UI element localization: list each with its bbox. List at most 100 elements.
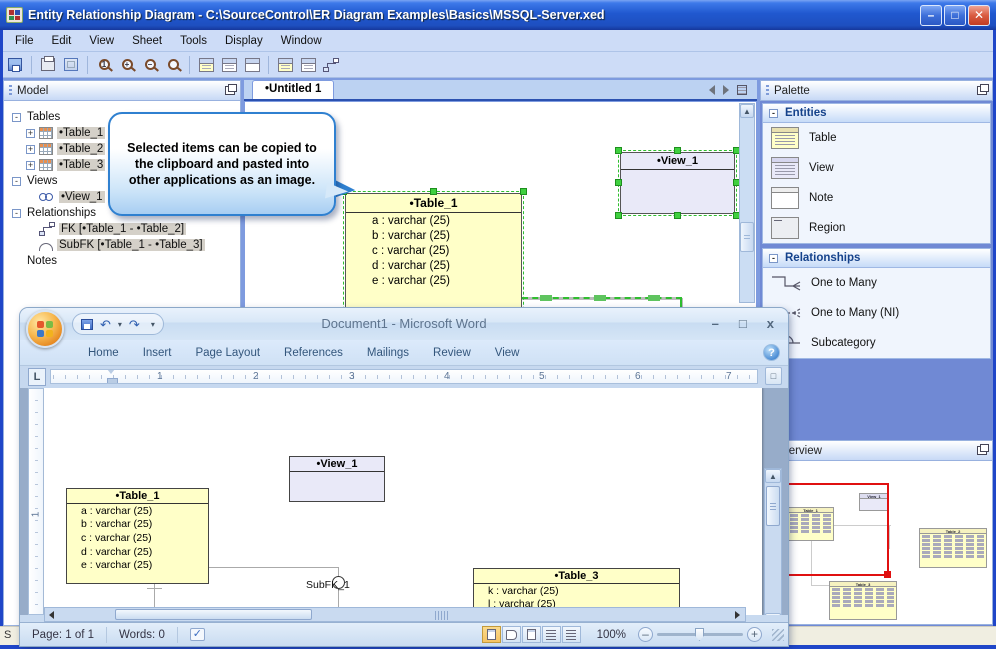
zoom-in-button[interactable]: +: [747, 627, 762, 642]
palette-section-relationships[interactable]: - Relationships: [762, 248, 991, 268]
viewport-handle[interactable]: [884, 571, 891, 578]
menu-view[interactable]: View: [80, 32, 123, 50]
scroll-up-icon[interactable]: ▲: [740, 104, 754, 118]
web-layout-button[interactable]: [521, 626, 541, 643]
zoom-slider-thumb[interactable]: [695, 628, 704, 641]
tab-mailings[interactable]: Mailings: [357, 343, 419, 363]
menu-display[interactable]: Display: [216, 32, 272, 50]
collapse-icon[interactable]: -: [769, 253, 778, 263]
palette-item-table[interactable]: Table: [763, 123, 990, 153]
palette-panel-header[interactable]: Palette: [760, 80, 993, 101]
tab-review[interactable]: Review: [423, 343, 481, 363]
office-button[interactable]: [26, 310, 64, 348]
menu-file[interactable]: File: [6, 32, 43, 50]
selection-handle[interactable]: [673, 212, 681, 219]
next-tab-icon[interactable]: [723, 85, 729, 95]
zoom-tool-button[interactable]: [163, 55, 183, 75]
word-hscrollbar[interactable]: [44, 607, 746, 622]
scroll-thumb[interactable]: [766, 486, 780, 526]
save-icon[interactable]: [81, 318, 93, 330]
palette-item-one-to-many-ni[interactable]: One to Many (NI): [763, 298, 990, 328]
collapse-icon[interactable]: -: [12, 176, 21, 186]
relationship-connector[interactable]: [522, 295, 682, 301]
undock-icon[interactable]: [977, 444, 989, 455]
entity-view1[interactable]: •View_1: [615, 147, 740, 219]
word-close-button[interactable]: x: [767, 316, 774, 331]
prev-tab-icon[interactable]: [709, 85, 715, 95]
word-minimize-button[interactable]: –: [712, 316, 719, 331]
collapse-icon[interactable]: -: [769, 108, 778, 118]
scroll-up-icon[interactable]: ▲: [765, 469, 781, 483]
new-view-button[interactable]: [219, 55, 239, 75]
show-table-list-button[interactable]: [275, 55, 295, 75]
menu-sheet[interactable]: Sheet: [123, 32, 171, 50]
word-count[interactable]: Words: 0: [107, 626, 178, 643]
selection-handle[interactable]: [520, 188, 527, 195]
undock-icon[interactable]: [225, 84, 237, 95]
er-minimize-button[interactable]: –: [920, 4, 942, 26]
relationship-tool-button[interactable]: [321, 55, 341, 75]
menu-window[interactable]: Window: [272, 32, 331, 50]
print-button[interactable]: [38, 55, 58, 75]
save-button[interactable]: [5, 55, 25, 75]
tab-page-layout[interactable]: Page Layout: [185, 343, 270, 363]
palette-item-region[interactable]: Region: [763, 213, 990, 243]
vertical-ruler[interactable]: 1: [28, 388, 44, 615]
canvas-vscrollbar[interactable]: ▲: [739, 103, 755, 303]
tab-home[interactable]: Home: [78, 343, 129, 363]
tab-insert[interactable]: Insert: [133, 343, 182, 363]
outline-button[interactable]: [541, 626, 561, 643]
tree-item-fk[interactable]: FK [•Table_1 - •Table_2]: [18, 221, 240, 237]
new-table-button[interactable]: [196, 55, 216, 75]
tab-list-icon[interactable]: [737, 85, 747, 95]
zoom-in-button[interactable]: +: [117, 55, 137, 75]
show-view-list-button[interactable]: [298, 55, 318, 75]
undo-icon[interactable]: ↶: [100, 318, 111, 331]
model-panel-header[interactable]: Model: [3, 80, 241, 101]
palette-item-note[interactable]: Note: [763, 183, 990, 213]
zoom-actual-button[interactable]: 1: [94, 55, 114, 75]
scroll-right-icon[interactable]: [735, 610, 740, 619]
redo-icon[interactable]: ↷: [129, 318, 140, 331]
selection-handle[interactable]: [615, 212, 622, 219]
palette-section-entities[interactable]: - Entities: [762, 103, 991, 123]
tab-view[interactable]: View: [485, 343, 530, 363]
scroll-thumb[interactable]: [740, 222, 754, 252]
indent-marker[interactable]: [107, 370, 118, 383]
page-setup-button[interactable]: [61, 55, 81, 75]
undock-icon[interactable]: [977, 84, 989, 95]
expand-icon[interactable]: +: [26, 160, 35, 170]
zoom-level[interactable]: 100%: [589, 629, 634, 641]
er-close-button[interactable]: ✕: [968, 4, 990, 26]
tab-untitled-1[interactable]: •Untitled 1: [252, 80, 335, 99]
spellcheck-icon[interactable]: ✓: [189, 628, 205, 641]
zoom-slider[interactable]: [657, 628, 743, 641]
page-indicator[interactable]: Page: 1 of 1: [20, 626, 108, 643]
scroll-left-icon[interactable]: [49, 610, 54, 619]
collapse-icon[interactable]: -: [12, 112, 21, 122]
selection-handle[interactable]: [615, 179, 622, 186]
word-vscrollbar[interactable]: ▲ ▼: [764, 468, 782, 615]
er-maximize-button[interactable]: □: [944, 4, 966, 26]
qat-customize-icon[interactable]: ▾: [151, 320, 155, 329]
word-page[interactable]: •Table_1 a : varchar (25) b : varchar (2…: [44, 388, 762, 615]
tab-stop-selector[interactable]: L: [28, 368, 46, 386]
relationship-connector-elbow[interactable]: [680, 298, 683, 308]
scroll-down-icon[interactable]: ▼: [765, 613, 781, 615]
ruler-toggle-button[interactable]: □: [765, 367, 782, 385]
horizontal-ruler[interactable]: 1 2 3 4 5 6 7: [50, 369, 758, 384]
menu-edit[interactable]: Edit: [43, 32, 81, 50]
full-screen-reading-button[interactable]: [501, 626, 521, 643]
new-note-button[interactable]: [242, 55, 262, 75]
selection-handle[interactable]: [429, 188, 437, 195]
draft-button[interactable]: [561, 626, 581, 643]
expand-icon[interactable]: +: [26, 144, 35, 154]
palette-item-view[interactable]: View: [763, 153, 990, 183]
overview-panel-header[interactable]: Overview: [760, 440, 993, 461]
selection-handle[interactable]: [673, 147, 681, 154]
undo-dropdown-icon[interactable]: ▾: [118, 320, 122, 329]
palette-item-one-to-many[interactable]: One to Many: [763, 268, 990, 298]
overview-minimap[interactable]: Table_1 View_1 Table_2 Table_3: [760, 461, 993, 625]
scroll-thumb[interactable]: [115, 609, 312, 620]
tree-item-notes[interactable]: Notes: [4, 253, 240, 269]
